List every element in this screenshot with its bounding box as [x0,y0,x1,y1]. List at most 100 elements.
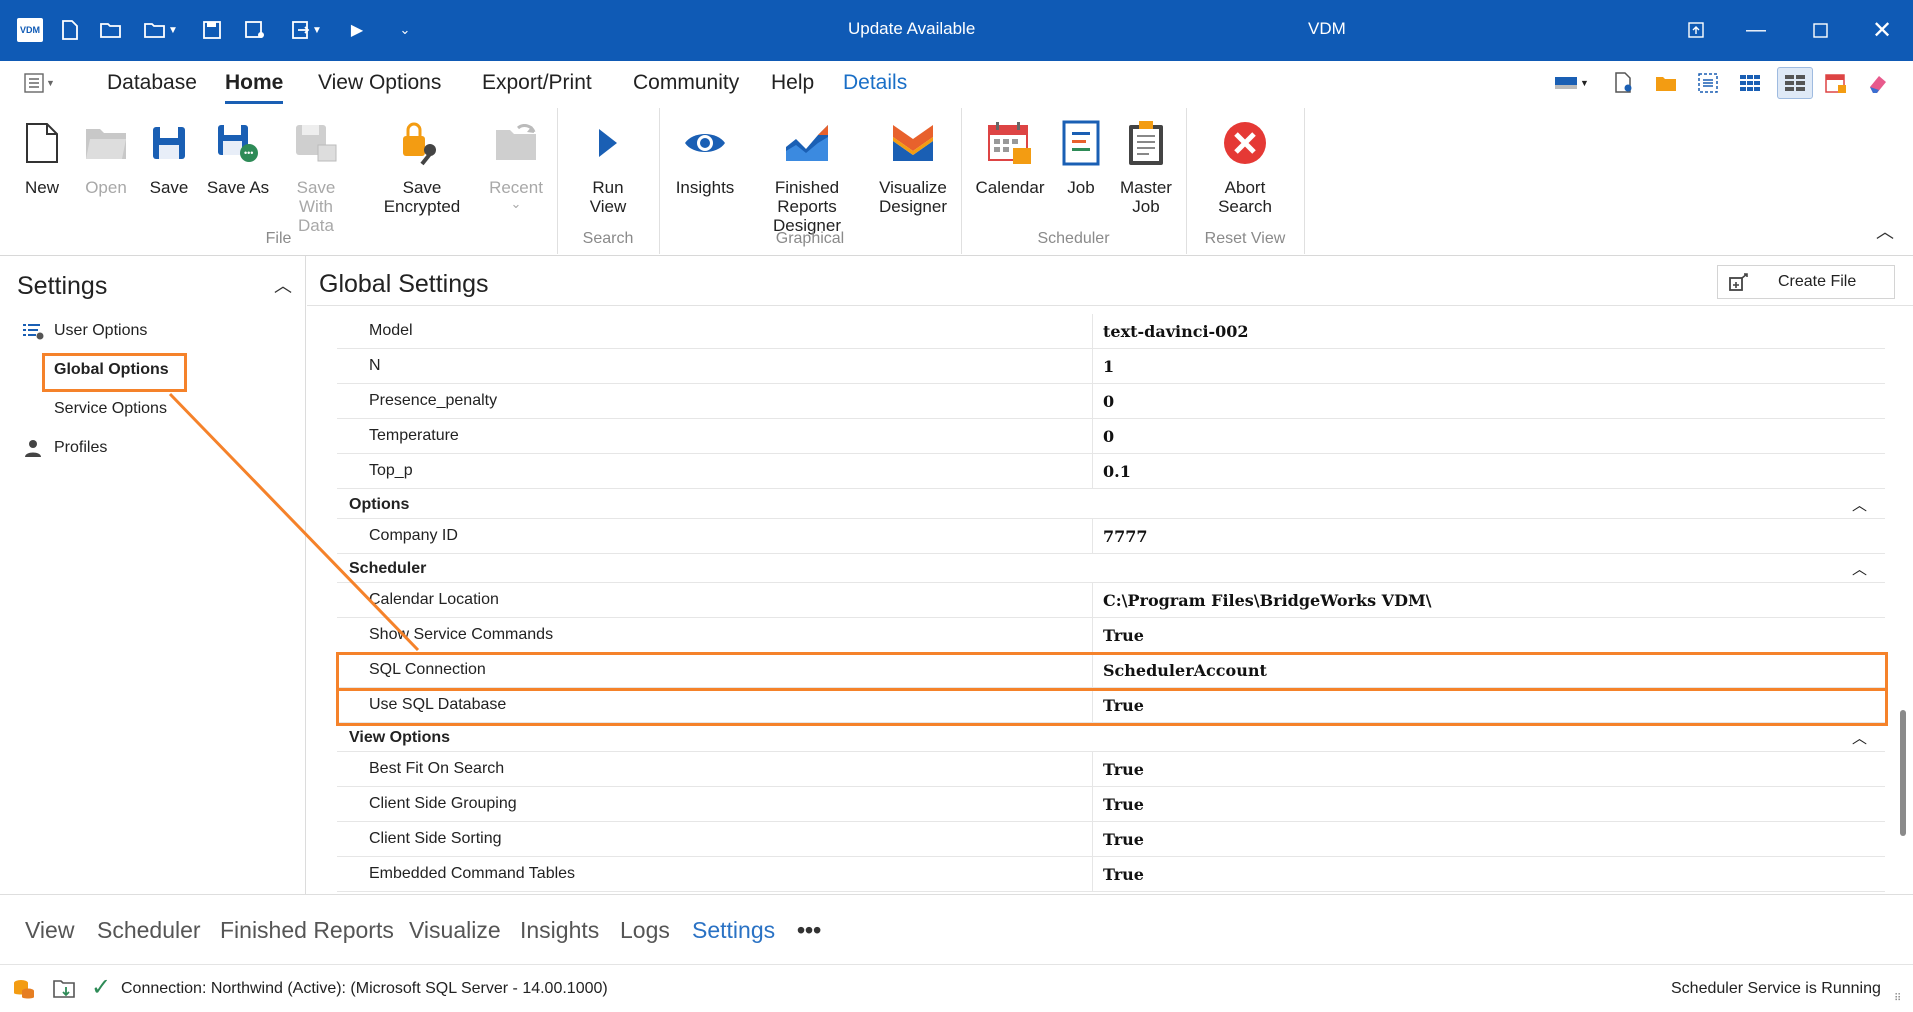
property-value[interactable]: 0.1 [1103,462,1131,481]
folder-download-icon[interactable] [52,977,76,1006]
minimize-icon[interactable]: — [1736,12,1776,48]
insights-button[interactable]: Insights [672,118,738,197]
tab-scheduler[interactable]: Scheduler [97,917,201,944]
property-row-n[interactable]: N1 [337,349,1885,384]
collapse-category-icon[interactable]: ︿ [1852,494,1867,515]
folder-icon[interactable] [1652,69,1680,97]
menu-export-print[interactable]: Export/Print [482,71,592,95]
property-row-model[interactable]: Model text-davinci-002 [337,314,1885,349]
settings-doc-icon[interactable] [1610,69,1638,97]
property-key: Company ID [369,527,458,544]
resize-grip-icon[interactable]: ⠿ [1894,993,1901,1004]
property-value[interactable]: 0 [1103,427,1114,446]
menu-home[interactable]: Home [225,71,284,104]
property-row-best-fit[interactable]: Best Fit On Search True [337,752,1885,787]
vertical-scrollbar[interactable] [1895,314,1913,894]
nav-profiles[interactable]: Profiles [24,439,107,457]
category-scheduler[interactable]: Scheduler ︿ [337,554,1885,583]
category-options[interactable]: Options ︿ [337,490,1885,519]
scrollbar-thumb[interactable] [1900,710,1906,836]
property-value[interactable]: True [1103,760,1144,779]
eraser-icon[interactable] [1864,69,1892,97]
property-row-embedded-command-tables[interactable]: Embedded Command Tables True [337,857,1885,892]
abort-search-button[interactable]: Abort Search [1212,118,1278,216]
calendar-button[interactable]: Calendar [974,118,1046,197]
property-row-top-p[interactable]: Top_p 0.1 [337,454,1885,489]
menu-database[interactable]: Database [107,71,197,95]
tab-finished-reports[interactable]: Finished Reports [220,917,394,944]
update-available-text[interactable]: Update Available [848,19,975,39]
property-row-company-id[interactable]: Company ID 7777 [337,519,1885,554]
category-label: Options [349,496,410,513]
grid-view-icon[interactable] [1736,69,1764,97]
run-view-button[interactable]: Run View [572,118,644,216]
save-encrypted-button[interactable]: Save Encrypted [366,118,478,216]
open-recent-icon[interactable]: ▼ [141,18,181,42]
property-key: Top_p [369,462,413,479]
property-key: Best Fit On Search [369,760,505,777]
export-icon[interactable]: ▼ [287,18,327,42]
property-row-client-sorting[interactable]: Client Side Sorting True [337,822,1885,857]
save-as-icon[interactable] [243,18,267,42]
property-value[interactable]: True [1103,830,1144,849]
nav-user-options[interactable]: User Options [22,322,147,340]
save-icon[interactable] [200,18,224,42]
recent-button[interactable]: Recent ⌄ [489,118,543,210]
property-row-calendar-location[interactable]: Calendar Location C:\Program Files\Bridge… [337,583,1885,618]
property-value[interactable]: text-davinci-002 [1103,322,1249,341]
more-tabs-icon[interactable]: ••• [797,917,821,944]
list-view-icon[interactable] [1694,69,1722,97]
menu-view-options[interactable]: View Options [318,71,441,95]
category-label: Scheduler [349,560,427,577]
collapse-category-icon[interactable]: ︿ [1852,727,1867,748]
collapse-nav-icon[interactable]: ︿ [274,272,292,298]
menu-help[interactable]: Help [771,71,814,95]
open-button[interactable]: Open [82,118,130,197]
collapse-ribbon-icon[interactable]: ︿ [1876,218,1894,244]
tab-visualize[interactable]: Visualize [409,917,501,944]
save-with-data-button[interactable]: Save With Data [280,118,352,235]
property-row-presence-penalty[interactable]: Presence_penalty 0 [337,384,1885,419]
menu-details[interactable]: Details [843,71,907,95]
customize-icon[interactable]: ⌄ [393,18,417,42]
property-value[interactable]: 1 [1103,357,1114,376]
property-value[interactable]: True [1103,626,1144,645]
app-menu-icon[interactable]: ▼ [24,71,58,95]
restore-app-icon[interactable] [1676,12,1716,48]
tab-logs[interactable]: Logs [620,917,670,944]
new-button[interactable]: New [18,118,66,197]
property-value[interactable]: True [1103,865,1144,884]
property-row-temperature[interactable]: Temperature 0 [337,419,1885,454]
property-value[interactable]: 0 [1103,392,1114,411]
theme-color-icon[interactable]: ▼ [1552,69,1592,97]
property-key: N [369,357,381,374]
property-row-client-grouping[interactable]: Client Side Grouping True [337,787,1885,822]
visualize-label-2: Designer [878,197,948,216]
create-file-button[interactable]: Create File [1717,265,1895,299]
maximize-icon[interactable] [1800,12,1840,48]
visualize-designer-button[interactable]: Visualize Designer [876,118,950,216]
finished-reports-designer-button[interactable]: Finished Reports Designer [746,118,868,235]
category-view-options[interactable]: View Options ︿ [337,723,1885,752]
save-button[interactable]: Save [145,118,193,197]
master-job-button[interactable]: Master Job [1118,118,1174,216]
property-value[interactable]: 7777 [1103,527,1148,546]
tab-view[interactable]: View [25,917,74,944]
nav-service-options[interactable]: Service Options [54,400,167,418]
tab-settings[interactable]: Settings [692,917,775,944]
database-stack-icon[interactable] [12,977,36,1006]
open-folder-icon[interactable] [99,18,123,42]
property-row-show-service-commands[interactable]: Show Service Commands True [337,618,1885,653]
menu-community[interactable]: Community [633,71,739,95]
job-button[interactable]: Job [1056,118,1106,197]
tile-view-icon[interactable] [1777,67,1813,99]
close-icon[interactable]: ✕ [1862,12,1902,48]
collapse-category-icon[interactable]: ︿ [1852,558,1867,579]
property-value[interactable]: True [1103,795,1144,814]
run-icon[interactable]: ▶ [345,18,369,42]
new-file-icon[interactable] [58,18,82,42]
property-value[interactable]: C:\Program Files\BridgeWorks VDM\ [1103,591,1432,610]
save-as-button[interactable]: ••• Save As [206,118,270,197]
calendar-small-icon[interactable] [1822,69,1850,97]
tab-insights[interactable]: Insights [520,917,599,944]
